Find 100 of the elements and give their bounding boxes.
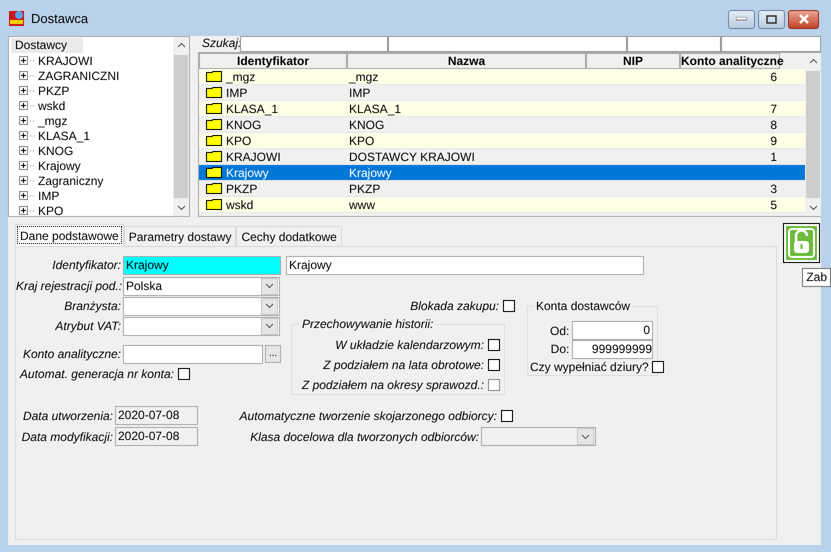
table-row[interactable]: wskd www 5 — [199, 197, 805, 213]
field-label: Identyfikator: — [51, 258, 122, 272]
table-cell-text: www — [348, 197, 376, 212]
folder-icon — [206, 199, 222, 210]
lock-button[interactable] — [783, 223, 820, 263]
input-field[interactable]: 2020-07-08 — [115, 427, 198, 446]
table-cell-text: KLASA_1 — [348, 101, 402, 116]
tree-item[interactable]: Zagraniczny — [38, 174, 104, 188]
close-icon — [798, 14, 810, 24]
input-field[interactable] — [123, 344, 263, 364]
tree-item[interactable]: _mgz — [38, 114, 68, 128]
expand-icon[interactable] — [19, 161, 28, 170]
maximize-button[interactable] — [758, 10, 785, 28]
table-cell: wskd — [226, 197, 254, 212]
table-row[interactable]: KPO KPO 9 — [199, 133, 805, 149]
dropdown[interactable]: Polska — [123, 276, 280, 296]
expand-icon[interactable] — [19, 146, 28, 155]
folder-icon — [206, 71, 222, 82]
expand-icon[interactable] — [19, 116, 28, 125]
table-cell: KPO — [226, 133, 252, 148]
column-header[interactable]: Identyfikator — [199, 53, 347, 69]
scrollbar[interactable] — [173, 37, 189, 216]
tree-item[interactable]: Krajowy — [38, 158, 81, 172]
table-cell-text: IMP — [348, 85, 372, 100]
folder-icon — [206, 167, 222, 178]
table-row[interactable]: Krajowy Krajowy — [199, 165, 805, 181]
group-title: Przechowywanie historii: — [300, 317, 436, 331]
scroll-down-icon[interactable] — [176, 205, 186, 211]
checkbox[interactable] — [488, 339, 500, 351]
scroll-up-icon[interactable] — [808, 58, 818, 64]
field-label: Konto analityczne: — [22, 347, 122, 361]
close-button[interactable] — [788, 10, 819, 28]
folder-icon — [206, 87, 222, 98]
tooltip: Zab — [802, 268, 831, 287]
input-field[interactable]: 0 — [572, 321, 653, 340]
filter-field[interactable] — [721, 36, 821, 52]
browse-button[interactable]: ... — [265, 345, 281, 363]
table-cell: 9 — [770, 134, 777, 148]
table-cell-text: KNOG — [348, 117, 386, 132]
tab[interactable]: Parametry dostawy — [124, 226, 236, 246]
expand-icon[interactable] — [19, 86, 28, 95]
field-label: Data utworzenia: — [22, 408, 114, 422]
filter-field[interactable] — [388, 36, 627, 52]
expand-icon[interactable] — [19, 206, 28, 215]
checkbox[interactable] — [501, 410, 513, 422]
tab[interactable]: Cechy dodatkowe — [236, 226, 342, 246]
checkbox[interactable] — [178, 368, 190, 380]
tree-item[interactable]: KNOG — [38, 144, 74, 158]
table-cell-text: Krajowy — [348, 165, 393, 180]
tree-item[interactable]: ZAGRANICZNI — [38, 68, 120, 82]
tree-item[interactable]: KLASA_1 — [38, 128, 90, 142]
caret-icon — [265, 303, 274, 309]
checkbox[interactable] — [652, 361, 664, 373]
tree-root[interactable]: Dostawcy — [11, 38, 84, 53]
expand-icon[interactable] — [19, 191, 28, 200]
input-field[interactable]: Krajowy — [286, 256, 644, 274]
search-label: Szukaj: — [201, 36, 240, 52]
table-cell: Krajowy — [226, 165, 269, 180]
expand-icon[interactable] — [19, 101, 28, 110]
tree-item[interactable]: KPO — [38, 204, 64, 216]
tree-item[interactable]: wskd — [38, 98, 66, 112]
input-field[interactable]: 999999999 — [572, 340, 653, 358]
input-field[interactable]: Krajowy — [123, 256, 281, 274]
expand-icon[interactable] — [19, 131, 28, 140]
checkbox[interactable] — [488, 359, 500, 371]
column-header[interactable]: NIP — [586, 53, 680, 69]
scroll-up-icon[interactable] — [176, 42, 186, 48]
field-label: Kraj rejestracji pod.: — [16, 279, 123, 293]
input-field[interactable]: 2020-07-08 — [115, 406, 198, 425]
table-cell: 8 — [770, 118, 777, 132]
expand-icon[interactable] — [19, 56, 28, 65]
folder-icon — [206, 135, 222, 146]
tab[interactable]: Dane podstawowe — [15, 224, 124, 246]
window-title: Dostawca — [31, 10, 88, 26]
caret-icon — [265, 283, 274, 289]
minimize-button[interactable] — [728, 10, 755, 28]
expand-icon[interactable] — [19, 71, 28, 80]
expand-icon[interactable] — [19, 176, 28, 185]
table-row[interactable]: _mgz _mgz 6 — [199, 69, 805, 85]
checkbox[interactable] — [503, 300, 515, 312]
tree-item[interactable]: IMP — [38, 188, 60, 202]
folder-icon — [206, 151, 222, 162]
field-label: Branżysta: — [63, 299, 122, 313]
field-label: Od: — [548, 324, 570, 338]
table-cell: KLASA_1 — [226, 101, 278, 116]
checkbox[interactable] — [488, 379, 500, 391]
filter-field[interactable] — [240, 36, 388, 52]
table-cell: 1 — [770, 150, 777, 164]
table-row[interactable]: KLASA_1 KLASA_1 7 — [199, 101, 805, 117]
scroll-down-icon[interactable] — [808, 205, 818, 211]
field-label: Z podziałem na lata obrotowe: — [323, 358, 485, 372]
column-header[interactable]: Nazwa — [347, 53, 586, 69]
field-label: Czy wypełniać dziury? — [530, 360, 650, 374]
caret-icon — [265, 323, 274, 329]
filter-field[interactable] — [627, 36, 721, 52]
tree-item[interactable]: KRAJOWI — [38, 54, 93, 68]
field-label: Do: — [550, 342, 570, 356]
table-cell-text: KPO — [348, 133, 376, 148]
table-cell: _mgz — [226, 69, 256, 84]
tree-item[interactable]: PKZP — [38, 84, 70, 98]
